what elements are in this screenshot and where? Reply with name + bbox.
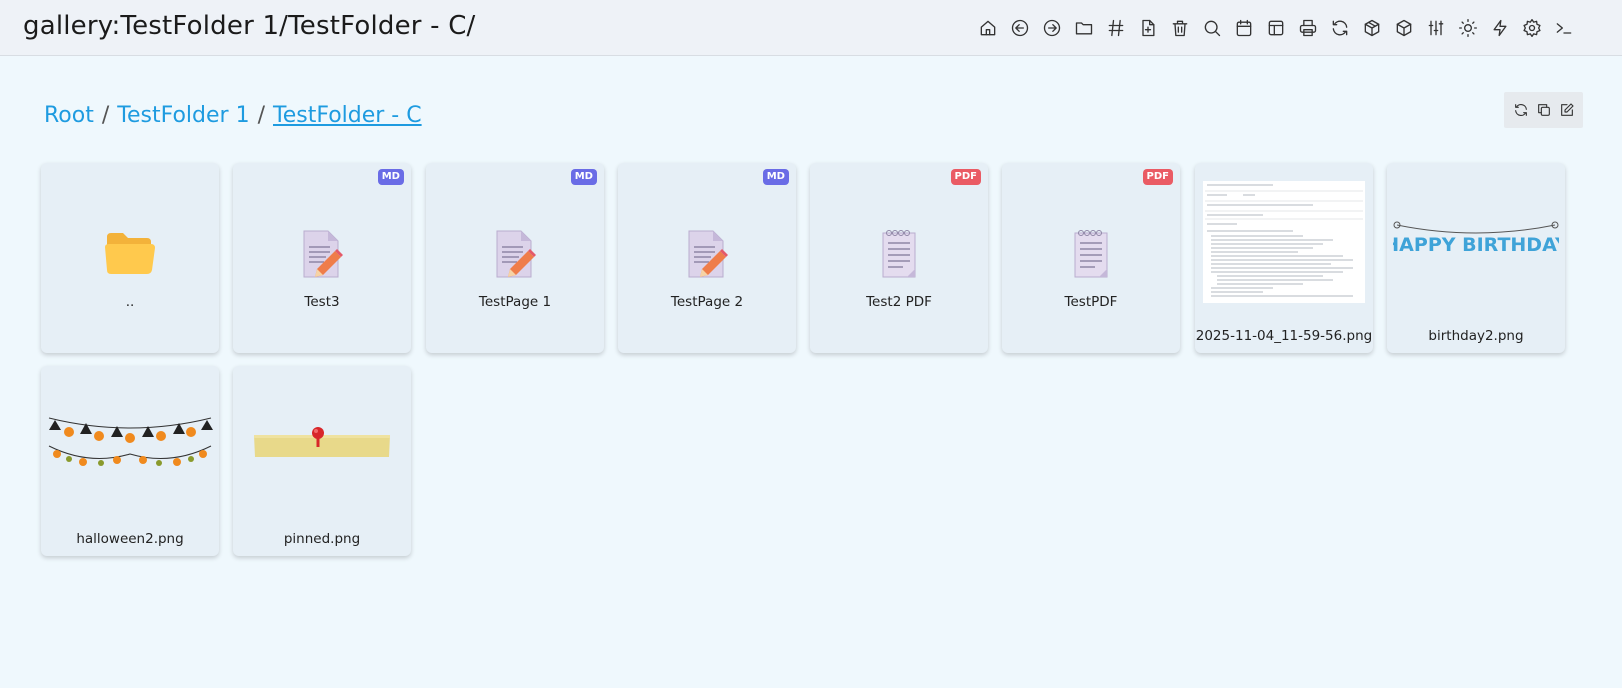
tile-label: TestPage 2: [670, 294, 744, 310]
birthday-banner-image: HAPPY BIRTHDAY: [1393, 177, 1559, 307]
home-icon[interactable]: [978, 14, 998, 42]
folder-icon: [41, 229, 219, 279]
tile-label: ..: [125, 294, 135, 310]
tile-label: halloween2.png: [76, 531, 184, 547]
top-bar: gallery:TestFolder 1/TestFolder - C/: [0, 0, 1622, 56]
folder-icon[interactable]: [1074, 14, 1094, 42]
tile-testpage-2[interactable]: MD TestPage 2: [618, 163, 796, 353]
pdf-badge: PDF: [1142, 169, 1173, 185]
print-icon[interactable]: [1298, 14, 1318, 42]
tile-pinned-png[interactable]: pinned.png: [233, 366, 411, 556]
markdown-file-icon: [233, 229, 411, 279]
toolbar: [978, 14, 1574, 42]
tile-test3[interactable]: MD Test3: [233, 163, 411, 353]
new-file-icon[interactable]: [1138, 14, 1158, 42]
lightning-icon[interactable]: [1490, 14, 1510, 42]
layout-icon[interactable]: [1266, 14, 1286, 42]
edit-icon[interactable]: [1558, 102, 1575, 119]
breadcrumb-root[interactable]: Root: [44, 103, 94, 128]
halloween-garland-image: [47, 380, 213, 510]
md-badge: MD: [570, 169, 597, 185]
terminal-icon[interactable]: [1554, 14, 1574, 42]
tile-test2-pdf[interactable]: PDF Test2 PDF: [810, 163, 988, 353]
breadcrumb-current[interactable]: TestFolder - C: [273, 103, 422, 128]
folder-actions: [1504, 92, 1583, 128]
app-title: gallery:TestFolder 1/TestFolder - C/: [23, 11, 476, 41]
package-icon[interactable]: [1362, 14, 1382, 42]
sun-icon[interactable]: [1458, 14, 1478, 42]
copy-icon[interactable]: [1535, 102, 1552, 119]
search-icon[interactable]: [1202, 14, 1222, 42]
markdown-file-icon: [426, 229, 604, 279]
tile-label: pinned.png: [283, 531, 361, 547]
tile-label: TestPDF: [1064, 294, 1118, 310]
tile-label: TestPage 1: [478, 294, 552, 310]
breadcrumb-testfolder-1[interactable]: TestFolder 1: [117, 103, 249, 128]
breadcrumb: Root / TestFolder 1 / TestFolder - C: [44, 103, 422, 128]
tile-testpage-1[interactable]: MD TestPage 1: [426, 163, 604, 353]
tile-label: 2025-11-04_11-59-56.png: [1195, 328, 1373, 344]
md-badge: MD: [377, 169, 404, 185]
tile-testpdf[interactable]: PDF TestPDF: [1002, 163, 1180, 353]
back-icon[interactable]: [1010, 14, 1030, 42]
pdf-badge: PDF: [950, 169, 981, 185]
trash-icon[interactable]: [1170, 14, 1190, 42]
breadcrumb-separator: /: [257, 103, 265, 128]
notepad-icon: [1002, 229, 1180, 279]
document-thumbnail: [1201, 177, 1367, 307]
pinned-note-image: [239, 380, 405, 510]
forward-icon[interactable]: [1042, 14, 1062, 42]
calendar-icon[interactable]: [1234, 14, 1254, 42]
breadcrumb-separator: /: [101, 103, 110, 128]
tile-parent-folder[interactable]: ..: [41, 163, 219, 353]
hash-icon[interactable]: [1106, 14, 1126, 42]
tile-birthday2-png[interactable]: HAPPY BIRTHDAY birthday2.png: [1387, 163, 1565, 353]
md-badge: MD: [762, 169, 789, 185]
notepad-icon: [810, 229, 988, 279]
tile-screenshot-png[interactable]: 2025-11-04_11-59-56.png: [1195, 163, 1373, 353]
refresh-icon[interactable]: [1330, 14, 1350, 42]
tile-label: Test2 PDF: [866, 294, 932, 310]
tile-halloween2-png[interactable]: halloween2.png: [41, 366, 219, 556]
settings-icon[interactable]: [1522, 14, 1542, 42]
sliders-icon[interactable]: [1426, 14, 1446, 42]
banner-text: HAPPY BIRTHDAY: [1393, 234, 1559, 256]
tile-label: Test3: [304, 294, 340, 310]
tile-label: birthday2.png: [1428, 328, 1524, 344]
markdown-file-icon: [618, 229, 796, 279]
refresh-icon[interactable]: [1512, 102, 1529, 119]
box-icon[interactable]: [1394, 14, 1414, 42]
